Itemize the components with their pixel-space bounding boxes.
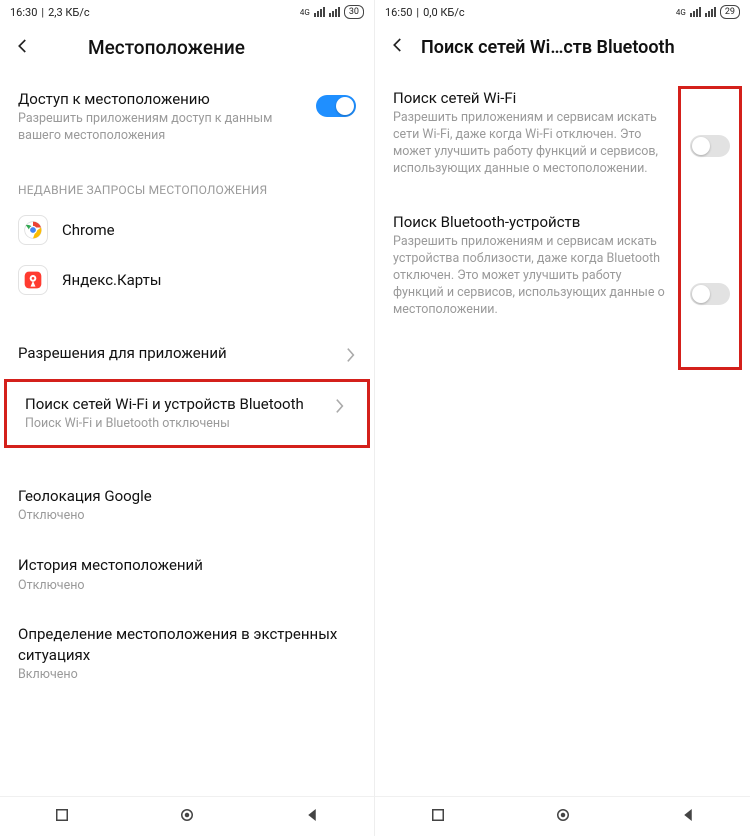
app-row-yandex-maps[interactable]: Яндекс.Карты <box>0 255 374 305</box>
signal-icon <box>705 7 716 17</box>
page-title: Поиск сетей Wi…ств Bluetooth <box>421 37 675 58</box>
highlight-toggles <box>678 86 742 370</box>
chevron-right-icon <box>335 398 345 418</box>
battery-icon: 30 <box>344 5 364 19</box>
toggle-wifi-scan[interactable] <box>690 135 730 157</box>
row-google-location[interactable]: Геолокация Google Отключено <box>0 474 374 537</box>
navbar <box>375 796 750 836</box>
toggle-location-access[interactable] <box>316 95 356 117</box>
app-name: Яндекс.Карты <box>62 271 162 289</box>
status-data: 2,3 КБ/с <box>48 6 90 19</box>
navbar <box>0 796 374 836</box>
screen-location: 16:30 | 2,3 КБ/с 4G 30 Местоположение До… <box>0 0 375 836</box>
chrome-icon <box>18 215 48 245</box>
row-subtitle: Включено <box>18 667 356 684</box>
page-title: Местоположение <box>88 36 245 59</box>
screen-scan-settings: 16:50 | 0,0 КБ/с 4G 29 Поиск сетей Wi…ст… <box>375 0 750 836</box>
nav-home-icon[interactable] <box>178 806 196 828</box>
row-title: История местоположений <box>18 555 356 575</box>
row-title: Поиск Bluetooth-устройств <box>393 212 668 232</box>
row-location-history[interactable]: История местоположений Отключено <box>0 537 374 606</box>
nav-back-icon[interactable] <box>679 806 697 828</box>
row-subtitle: Отключено <box>18 508 356 525</box>
row-subtitle: Разрешить приложениям и сервисам искать … <box>393 110 668 178</box>
battery-icon: 29 <box>720 5 740 19</box>
status-time: 16:30 <box>10 6 37 19</box>
row-title: Геолокация Google <box>18 486 356 506</box>
row-subtitle: Разрешить приложениям и сервисам искать … <box>393 234 668 318</box>
yandex-maps-icon <box>18 265 48 295</box>
status-net: 4G <box>676 8 686 17</box>
row-subtitle: Поиск Wi-Fi и Bluetooth отключены <box>25 416 323 433</box>
row-title: Разрешения для приложений <box>18 343 334 363</box>
status-time: 16:50 <box>385 6 412 19</box>
header: Поиск сетей Wi…ств Bluetooth <box>375 24 750 76</box>
status-net: 4G <box>300 8 310 17</box>
app-row-chrome[interactable]: Chrome <box>0 205 374 255</box>
row-title: Поиск сетей Wi-Fi и устройств Bluetooth <box>25 394 323 414</box>
highlight-scan-row: Поиск сетей Wi-Fi и устройств Bluetooth … <box>4 379 370 448</box>
row-app-permissions[interactable]: Разрешения для приложений <box>0 331 374 379</box>
status-bar: 16:50 | 0,0 КБ/с 4G 29 <box>375 0 750 24</box>
toggle-bluetooth-scan[interactable] <box>690 283 730 305</box>
signal-icon <box>690 7 701 17</box>
status-data: 0,0 КБ/с <box>423 6 465 19</box>
signal-icon <box>314 7 325 17</box>
section-recent-requests: НЕДАВНИЕ ЗАПРОСЫ МЕСТОПОЛОЖЕНИЯ <box>0 157 374 205</box>
signal-icon <box>329 7 340 17</box>
nav-back-icon[interactable] <box>303 806 321 828</box>
back-icon[interactable] <box>14 37 32 59</box>
row-wifi-bluetooth-scan[interactable]: Поиск сетей Wi-Fi и устройств Bluetooth … <box>7 382 363 445</box>
nav-recent-icon[interactable] <box>429 806 447 828</box>
row-subtitle: Разрешить приложениям доступ к данным ва… <box>18 111 304 145</box>
content: Доступ к местоположению Разрешить прилож… <box>0 77 374 796</box>
app-name: Chrome <box>62 221 115 239</box>
row-title: Поиск сетей Wi-Fi <box>393 88 668 108</box>
nav-home-icon[interactable] <box>554 806 572 828</box>
row-emergency-location[interactable]: Определение местоположения в экстренных … <box>0 606 374 695</box>
row-subtitle: Отключено <box>18 578 356 595</box>
chevron-right-icon <box>346 347 356 367</box>
back-icon[interactable] <box>389 36 407 58</box>
header: Местоположение <box>0 24 374 77</box>
row-title: Доступ к местоположению <box>18 89 304 109</box>
row-title: Определение местоположения в экстренных … <box>18 624 356 665</box>
row-location-access[interactable]: Доступ к местоположению Разрешить прилож… <box>0 77 374 157</box>
status-bar: 16:30 | 2,3 КБ/с 4G 30 <box>0 0 374 24</box>
nav-recent-icon[interactable] <box>53 806 71 828</box>
